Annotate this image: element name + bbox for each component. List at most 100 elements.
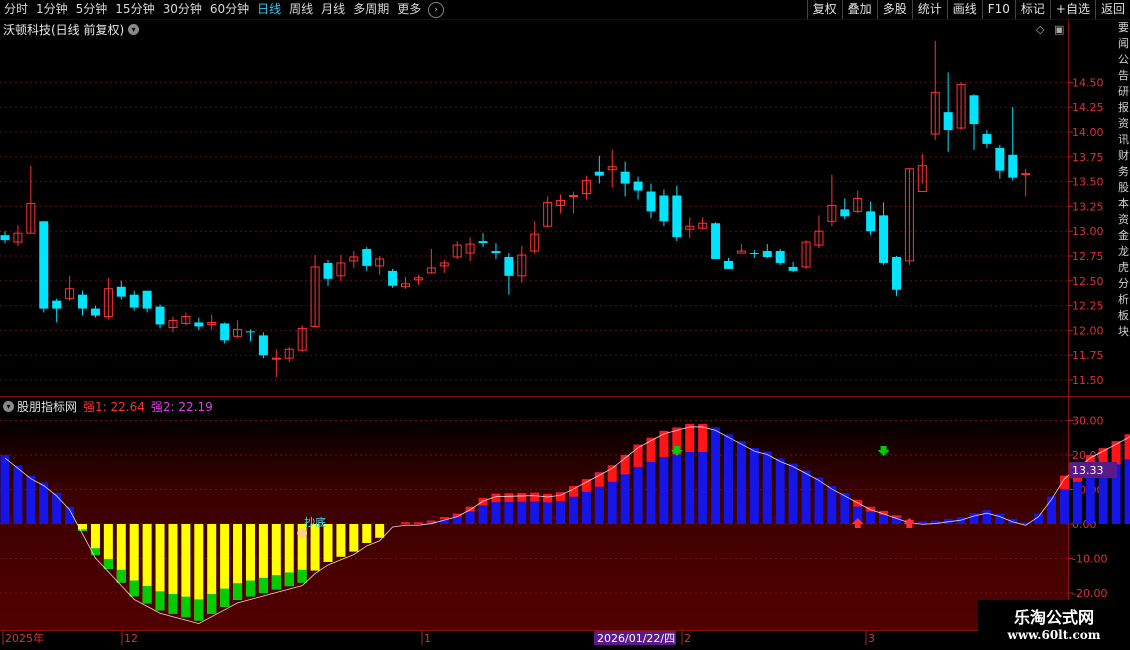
- candle-body: [323, 262, 333, 279]
- candle-body: [762, 251, 772, 257]
- indicator-bar-green: [194, 599, 204, 621]
- candle-body: [1008, 154, 1018, 178]
- indicator-bar-red: [439, 517, 449, 520]
- candle-body: [879, 215, 889, 263]
- indicator-bar-yellow: [375, 524, 385, 538]
- indicator-bar-blue: [775, 458, 785, 524]
- candle-body: [995, 147, 1005, 171]
- indicator-tick-label: -20.00: [1072, 587, 1107, 600]
- indicator-s1-label: 强1: 22.64: [83, 400, 145, 414]
- candle-body: [129, 294, 139, 308]
- indicator-dropdown-icon[interactable]: ▾: [3, 401, 14, 412]
- indicator-bar-green: [129, 580, 139, 597]
- price-tick-label: 13.75: [1072, 151, 1104, 164]
- indicator-bar-blue: [0, 455, 10, 524]
- candle-body: [659, 195, 669, 222]
- indicator-bar-red: [504, 493, 514, 502]
- indicator-bar-blue: [13, 465, 23, 524]
- cursor-date-label: 2026/01/22/四: [597, 632, 675, 645]
- time-tick-label: 2025年: [5, 631, 44, 645]
- candle-body: [711, 223, 721, 259]
- bottom-signal-icon: [297, 528, 308, 538]
- candle-body: [943, 112, 953, 131]
- candle-body: [271, 357, 281, 360]
- indicator-tick-label: 30.00: [1072, 415, 1104, 428]
- price-tick-label: 14.00: [1072, 126, 1104, 139]
- indicator-bar-red: [646, 437, 656, 462]
- candle-body: [620, 171, 630, 184]
- candle-body: [388, 270, 398, 286]
- indicator-bar-blue: [749, 448, 759, 524]
- indicator-bar-red: [478, 498, 488, 506]
- time-tick-label: 2: [684, 632, 691, 645]
- price-tick-label: 13.25: [1072, 200, 1104, 213]
- indicator-bar-blue: [827, 486, 837, 524]
- candle-body: [840, 209, 850, 217]
- indicator-bar-red: [581, 479, 591, 492]
- candle-body: [568, 194, 578, 197]
- candle-body: [724, 260, 734, 269]
- candle-body: [969, 95, 979, 125]
- indicator-bar-blue: [736, 441, 746, 524]
- candle-body: [1021, 173, 1031, 176]
- candle-body: [478, 241, 488, 244]
- indicator-bar-yellow: [362, 524, 372, 543]
- candle-body: [788, 266, 798, 271]
- price-tick-label: 14.50: [1072, 76, 1104, 89]
- indicator-bar-red: [426, 520, 436, 523]
- candle-body: [891, 256, 901, 290]
- indicator-bar-red: [594, 472, 604, 487]
- indicator-bar-blue: [724, 434, 734, 524]
- price-tick-label: 13.00: [1072, 225, 1104, 238]
- indicator-bar-green: [155, 591, 165, 611]
- candle-body: [39, 221, 49, 309]
- indicator-bar-blue: [52, 492, 62, 524]
- indicator-bar-green: [284, 572, 294, 587]
- indicator-bar-yellow: [323, 524, 333, 562]
- candle-body: [982, 133, 992, 144]
- time-tick-label: 1: [424, 632, 431, 645]
- indicator-bar-red: [543, 493, 553, 503]
- price-tick-label: 12.00: [1072, 324, 1104, 337]
- indicator-bar-yellow: [336, 524, 346, 557]
- price-tick-label: 12.25: [1072, 300, 1104, 313]
- candle-body: [594, 171, 604, 176]
- indicator-bar-blue: [39, 482, 49, 524]
- indicator-bar-green: [142, 585, 152, 604]
- watermark: 乐淘公式网 www.60lt.com: [978, 600, 1130, 650]
- chart-canvas[interactable]: 14.50 14.25 14.00 13.75 13.50 13.25 13.00 12.75…: [0, 0, 1130, 650]
- candle-body: [258, 335, 268, 356]
- indicator-bar-green: [271, 575, 281, 590]
- indicator-bar-green: [258, 577, 268, 593]
- indicator-bar-blue: [711, 427, 721, 524]
- indicator-s2-label: 强2: 22.19: [150, 400, 213, 414]
- candle-body: [362, 249, 372, 266]
- indicator-bar-red: [401, 522, 411, 525]
- right-info-strip[interactable]: 要闻公告研报资讯财务股本资金龙虎分析板块: [1118, 20, 1130, 630]
- indicator-bar-red: [1059, 475, 1069, 490]
- indicator-bar-blue: [995, 513, 1005, 524]
- candle-body: [749, 253, 759, 255]
- time-tick-label: 3: [868, 632, 875, 645]
- indicator-bar-green: [297, 569, 307, 583]
- indicator-bar-red: [517, 492, 527, 502]
- candle-body: [220, 323, 230, 341]
- indicator-bar-green: [245, 580, 255, 597]
- indicator-bar-blue: [788, 463, 798, 524]
- indicator-bar-yellow: [349, 524, 359, 552]
- candle-body: [78, 294, 88, 309]
- candle-body: [866, 211, 876, 232]
- indicator-bar-blue: [1047, 496, 1057, 524]
- price-tick-label: 13.50: [1072, 176, 1104, 189]
- indicator-name[interactable]: 股朋指标网: [17, 398, 77, 415]
- candle-body: [155, 306, 165, 325]
- candle-body: [194, 322, 204, 327]
- indicator-bar-blue: [969, 512, 979, 524]
- candle-body: [90, 308, 100, 316]
- price-tick-label: 14.25: [1072, 101, 1104, 114]
- candle-body: [245, 331, 255, 333]
- indicator-bar-red: [607, 465, 617, 482]
- indicator-tick-label: -10.00: [1072, 553, 1107, 566]
- indicator-bar-green: [181, 596, 191, 618]
- indicator-bar-green: [207, 593, 217, 614]
